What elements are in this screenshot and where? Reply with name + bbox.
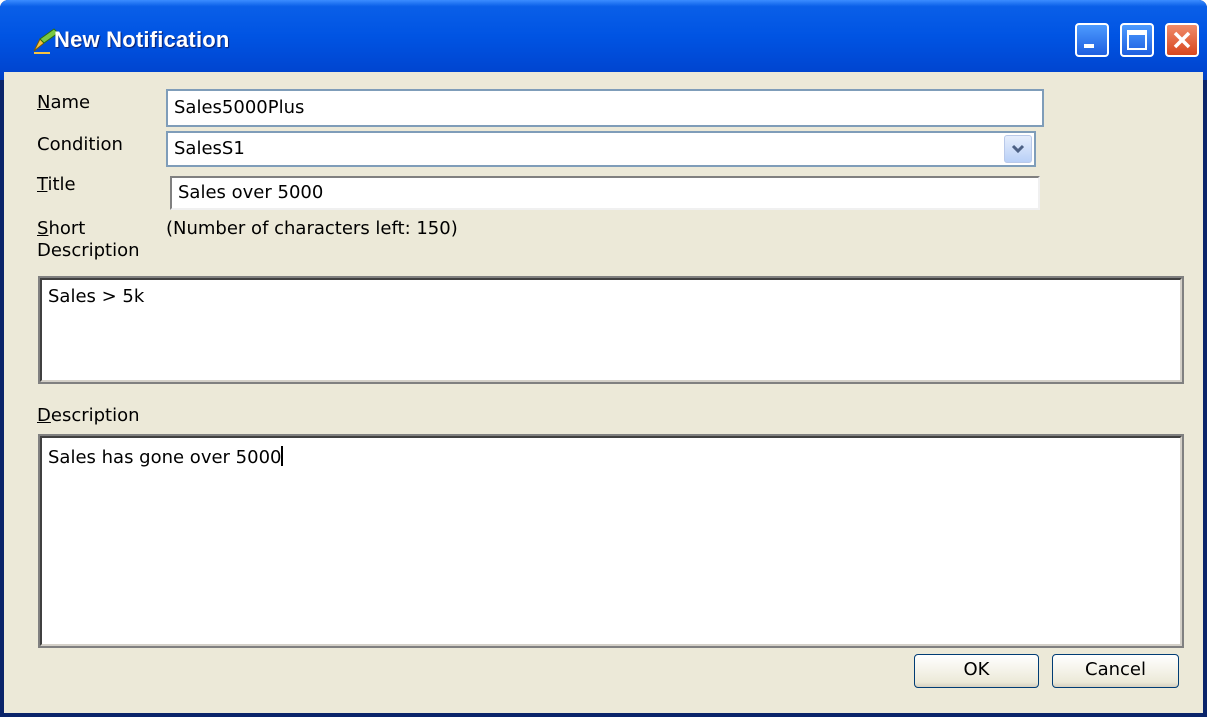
cancel-button[interactable]: Cancel bbox=[1052, 654, 1179, 688]
condition-label: Condition bbox=[37, 134, 123, 155]
condition-dropdown-button[interactable] bbox=[1004, 135, 1032, 163]
text-cursor bbox=[281, 446, 284, 466]
chevron-down-icon bbox=[1011, 144, 1025, 154]
title-bar[interactable]: New Notification bbox=[0, 0, 1207, 80]
characters-left-text: (Number of characters left: 150) bbox=[166, 218, 458, 239]
ok-button[interactable]: OK bbox=[914, 654, 1039, 688]
dialog-window: New Notification Name Sales5000Plus Cond… bbox=[0, 0, 1207, 717]
name-label: Name bbox=[37, 92, 91, 113]
dialog-body: Name Sales5000Plus Condition SalesS1 Tit… bbox=[4, 72, 1203, 713]
maximize-icon bbox=[1127, 30, 1147, 50]
close-icon bbox=[1173, 31, 1191, 49]
short-description-textarea[interactable]: Sales > 5k bbox=[38, 276, 1184, 384]
minimize-button[interactable] bbox=[1075, 23, 1109, 57]
name-input[interactable]: Sales5000Plus bbox=[166, 89, 1044, 127]
maximize-button[interactable] bbox=[1120, 23, 1154, 57]
description-textarea[interactable]: Sales has gone over 5000 bbox=[38, 434, 1184, 648]
close-button[interactable] bbox=[1165, 23, 1199, 57]
short-description-label: Short Description bbox=[37, 218, 140, 261]
minimize-icon bbox=[1084, 44, 1094, 48]
condition-select[interactable]: SalesS1 bbox=[166, 131, 1036, 167]
title-label: Title bbox=[37, 174, 76, 195]
condition-selected-value: SalesS1 bbox=[174, 138, 245, 159]
description-text: Sales has gone over 5000 bbox=[48, 447, 282, 468]
window-title: New Notification bbox=[54, 27, 230, 52]
description-label: Description bbox=[37, 405, 140, 426]
title-input[interactable]: Sales over 5000 bbox=[170, 176, 1040, 210]
